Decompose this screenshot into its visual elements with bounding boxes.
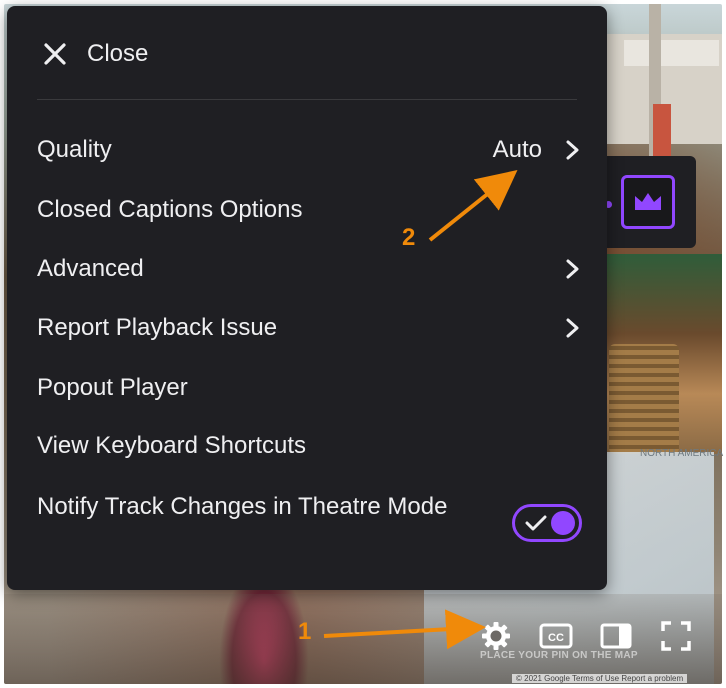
menu-item-report-playback-issue[interactable]: Report Playback Issue [37,308,582,348]
theatre-mode-button[interactable] [598,618,634,654]
menu-item-quality[interactable]: Quality Auto [37,130,582,170]
settings-menu: Close Quality Auto Closed Captions Optio… [7,6,607,590]
quality-value: Auto [492,136,542,163]
closed-captions-icon: CC [539,623,573,649]
annotation-number-1: 1 [298,618,312,645]
closed-captions-button[interactable]: CC [538,618,574,654]
background-baskets [609,344,679,454]
crown-icon [635,193,661,210]
chevron-right-icon [566,140,579,160]
menu-item-label: View Keyboard Shortcuts [37,432,307,459]
annotation-number-2: 2 [402,224,416,251]
menu-item-notify-track-changes: Notify Track Changes in Theatre Mode [37,488,582,564]
checkmark-icon [525,515,547,531]
menu-item-label: Advanced [37,255,144,282]
close-label: Close [87,40,149,67]
menu-item-view-keyboard-shortcuts[interactable]: View Keyboard Shortcuts [37,426,582,466]
crown-button[interactable] [621,175,675,229]
menu-item-advanced[interactable]: Advanced [37,249,582,289]
close-button[interactable]: Close [41,34,148,74]
menu-item-label: Closed Captions Options [37,196,303,223]
fullscreen-button[interactable] [658,618,694,654]
menu-item-popout-player[interactable]: Popout Player [37,368,582,408]
background-sign [624,40,719,66]
settings-button[interactable] [478,618,514,654]
chevron-right-icon [566,318,579,338]
notify-toggle[interactable] [512,504,582,542]
map-footer: © 2021 Google Terms of Use Report a prob… [512,674,688,683]
menu-item-label: Quality [37,136,112,163]
menu-item-label: Report Playback Issue [37,314,278,341]
background-pole-sign [653,104,671,164]
theatre-mode-icon [600,623,632,649]
map-region-label: NORTH AMERICA [640,448,724,459]
cc-label: CC [548,632,564,644]
chevron-right-icon [566,259,579,279]
close-icon [44,43,66,65]
menu-item-closed-captions-options[interactable]: Closed Captions Options [37,190,582,230]
menu-item-label: Notify Track Changes in Theatre Mode [37,493,448,520]
fullscreen-icon [661,621,691,651]
menu-divider [37,99,577,100]
menu-item-label: Popout Player [37,374,188,401]
toggle-knob [551,511,575,535]
gear-icon [482,622,510,650]
